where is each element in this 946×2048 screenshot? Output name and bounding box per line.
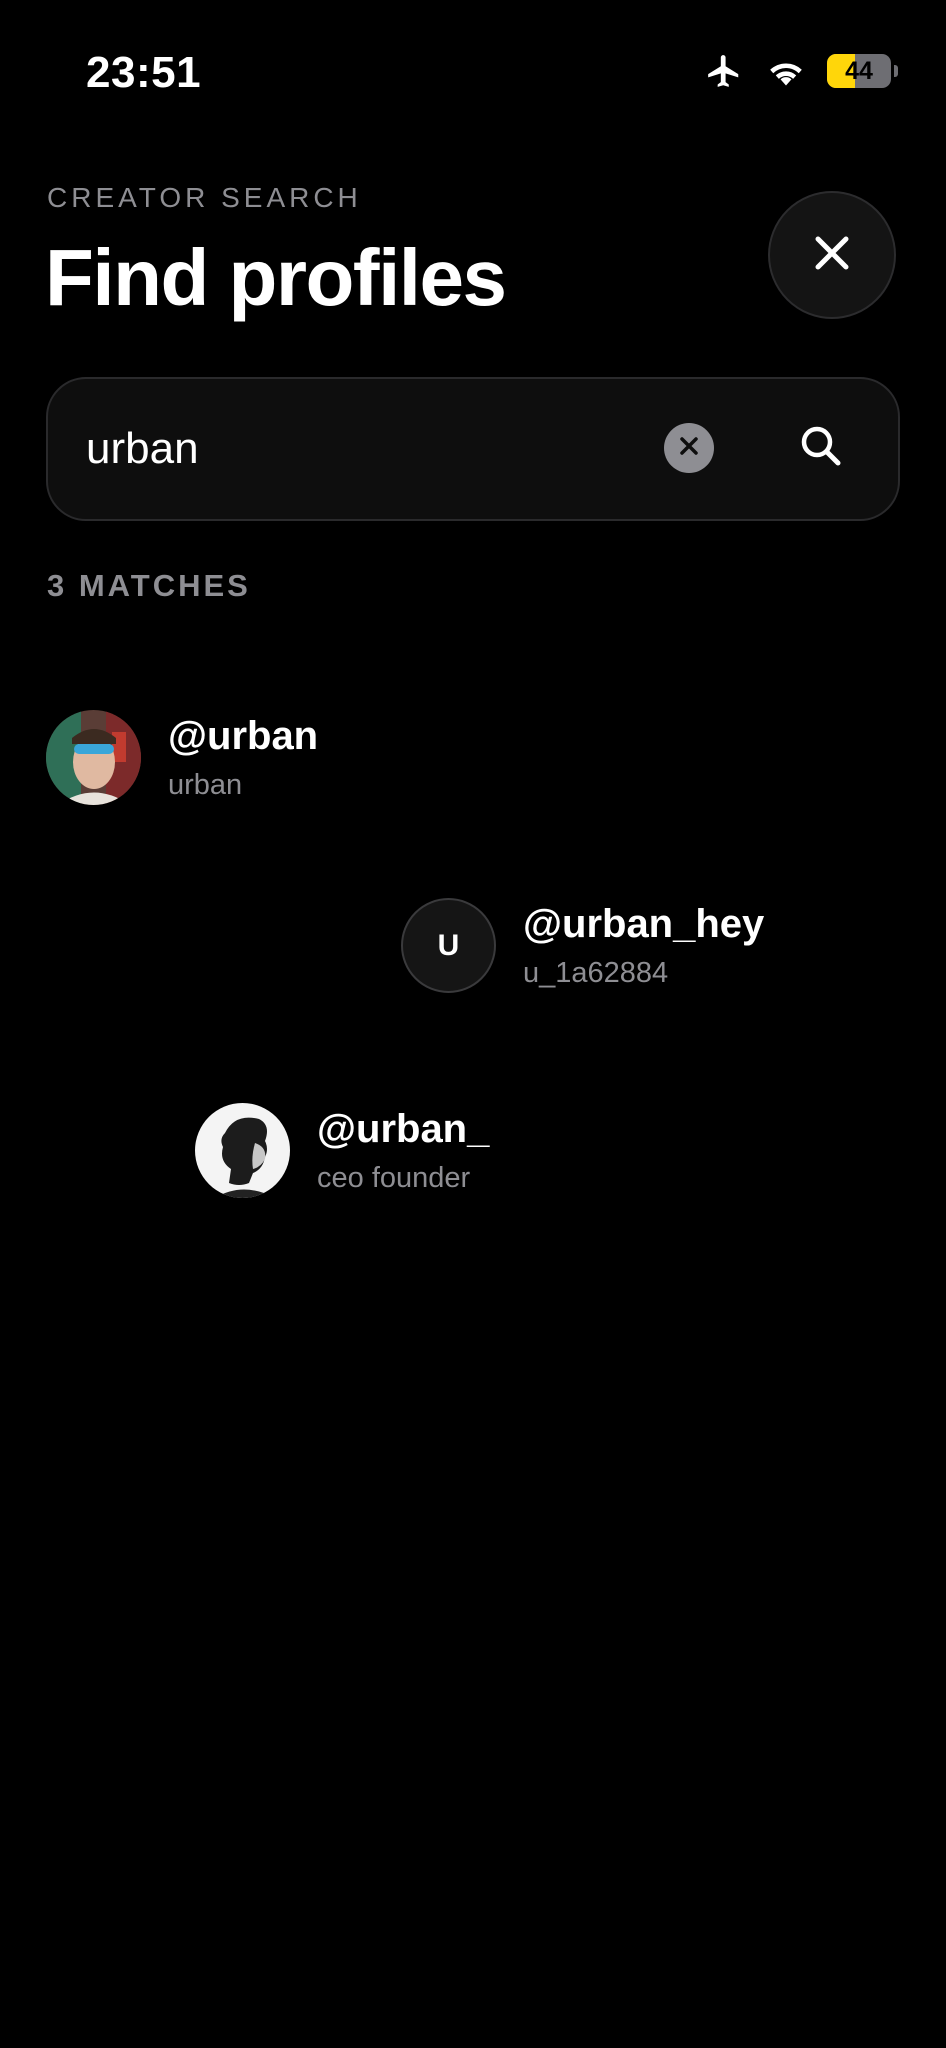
result-subtitle: urban	[168, 768, 243, 801]
result-item-urban-underscore[interactable]: @urban_ ceo founder	[195, 1103, 489, 1198]
result-handle: @urban_	[317, 1106, 490, 1151]
result-subtitle: u_1a62884	[523, 956, 669, 989]
search-icon	[799, 424, 843, 473]
clear-icon	[678, 435, 700, 462]
search-bar	[46, 377, 900, 521]
wifi-icon	[765, 54, 807, 88]
status-icons: 44	[703, 52, 898, 90]
airplane-icon	[703, 52, 745, 90]
result-item-urban[interactable]: @urban urban	[46, 710, 318, 805]
search-button[interactable]	[790, 417, 852, 479]
result-subtitle: ceo founder	[317, 1161, 471, 1194]
status-time: 23:51	[86, 48, 202, 97]
page-title: Find profiles	[45, 233, 507, 322]
result-handle: @urban_hey	[523, 901, 765, 946]
avatar	[195, 1103, 290, 1198]
result-handle: @urban	[168, 713, 319, 758]
search-input[interactable]	[86, 379, 646, 519]
avatar	[46, 710, 141, 805]
result-item-urban-hey[interactable]: U @urban_hey u_1a62884	[401, 898, 764, 993]
avatar-initial: U	[401, 898, 496, 993]
clear-search-button[interactable]	[664, 423, 714, 473]
close-button[interactable]	[768, 191, 896, 319]
battery-nub	[894, 65, 898, 77]
battery-icon: 44	[827, 54, 891, 88]
page-eyebrow: CREATOR SEARCH	[47, 182, 362, 213]
battery-level: 44	[845, 56, 873, 85]
results-count: 3 MATCHES	[47, 568, 251, 603]
close-icon	[812, 233, 852, 278]
